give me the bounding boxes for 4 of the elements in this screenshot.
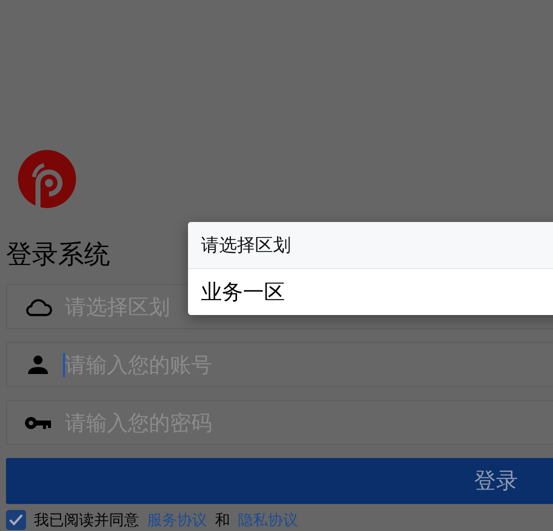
page-title: 登录系统 bbox=[6, 239, 110, 272]
picker-title: 请选择区划 bbox=[201, 234, 291, 257]
and-text: 和 bbox=[215, 510, 230, 530]
agreement-text: 我已阅读并同意 bbox=[34, 510, 139, 530]
